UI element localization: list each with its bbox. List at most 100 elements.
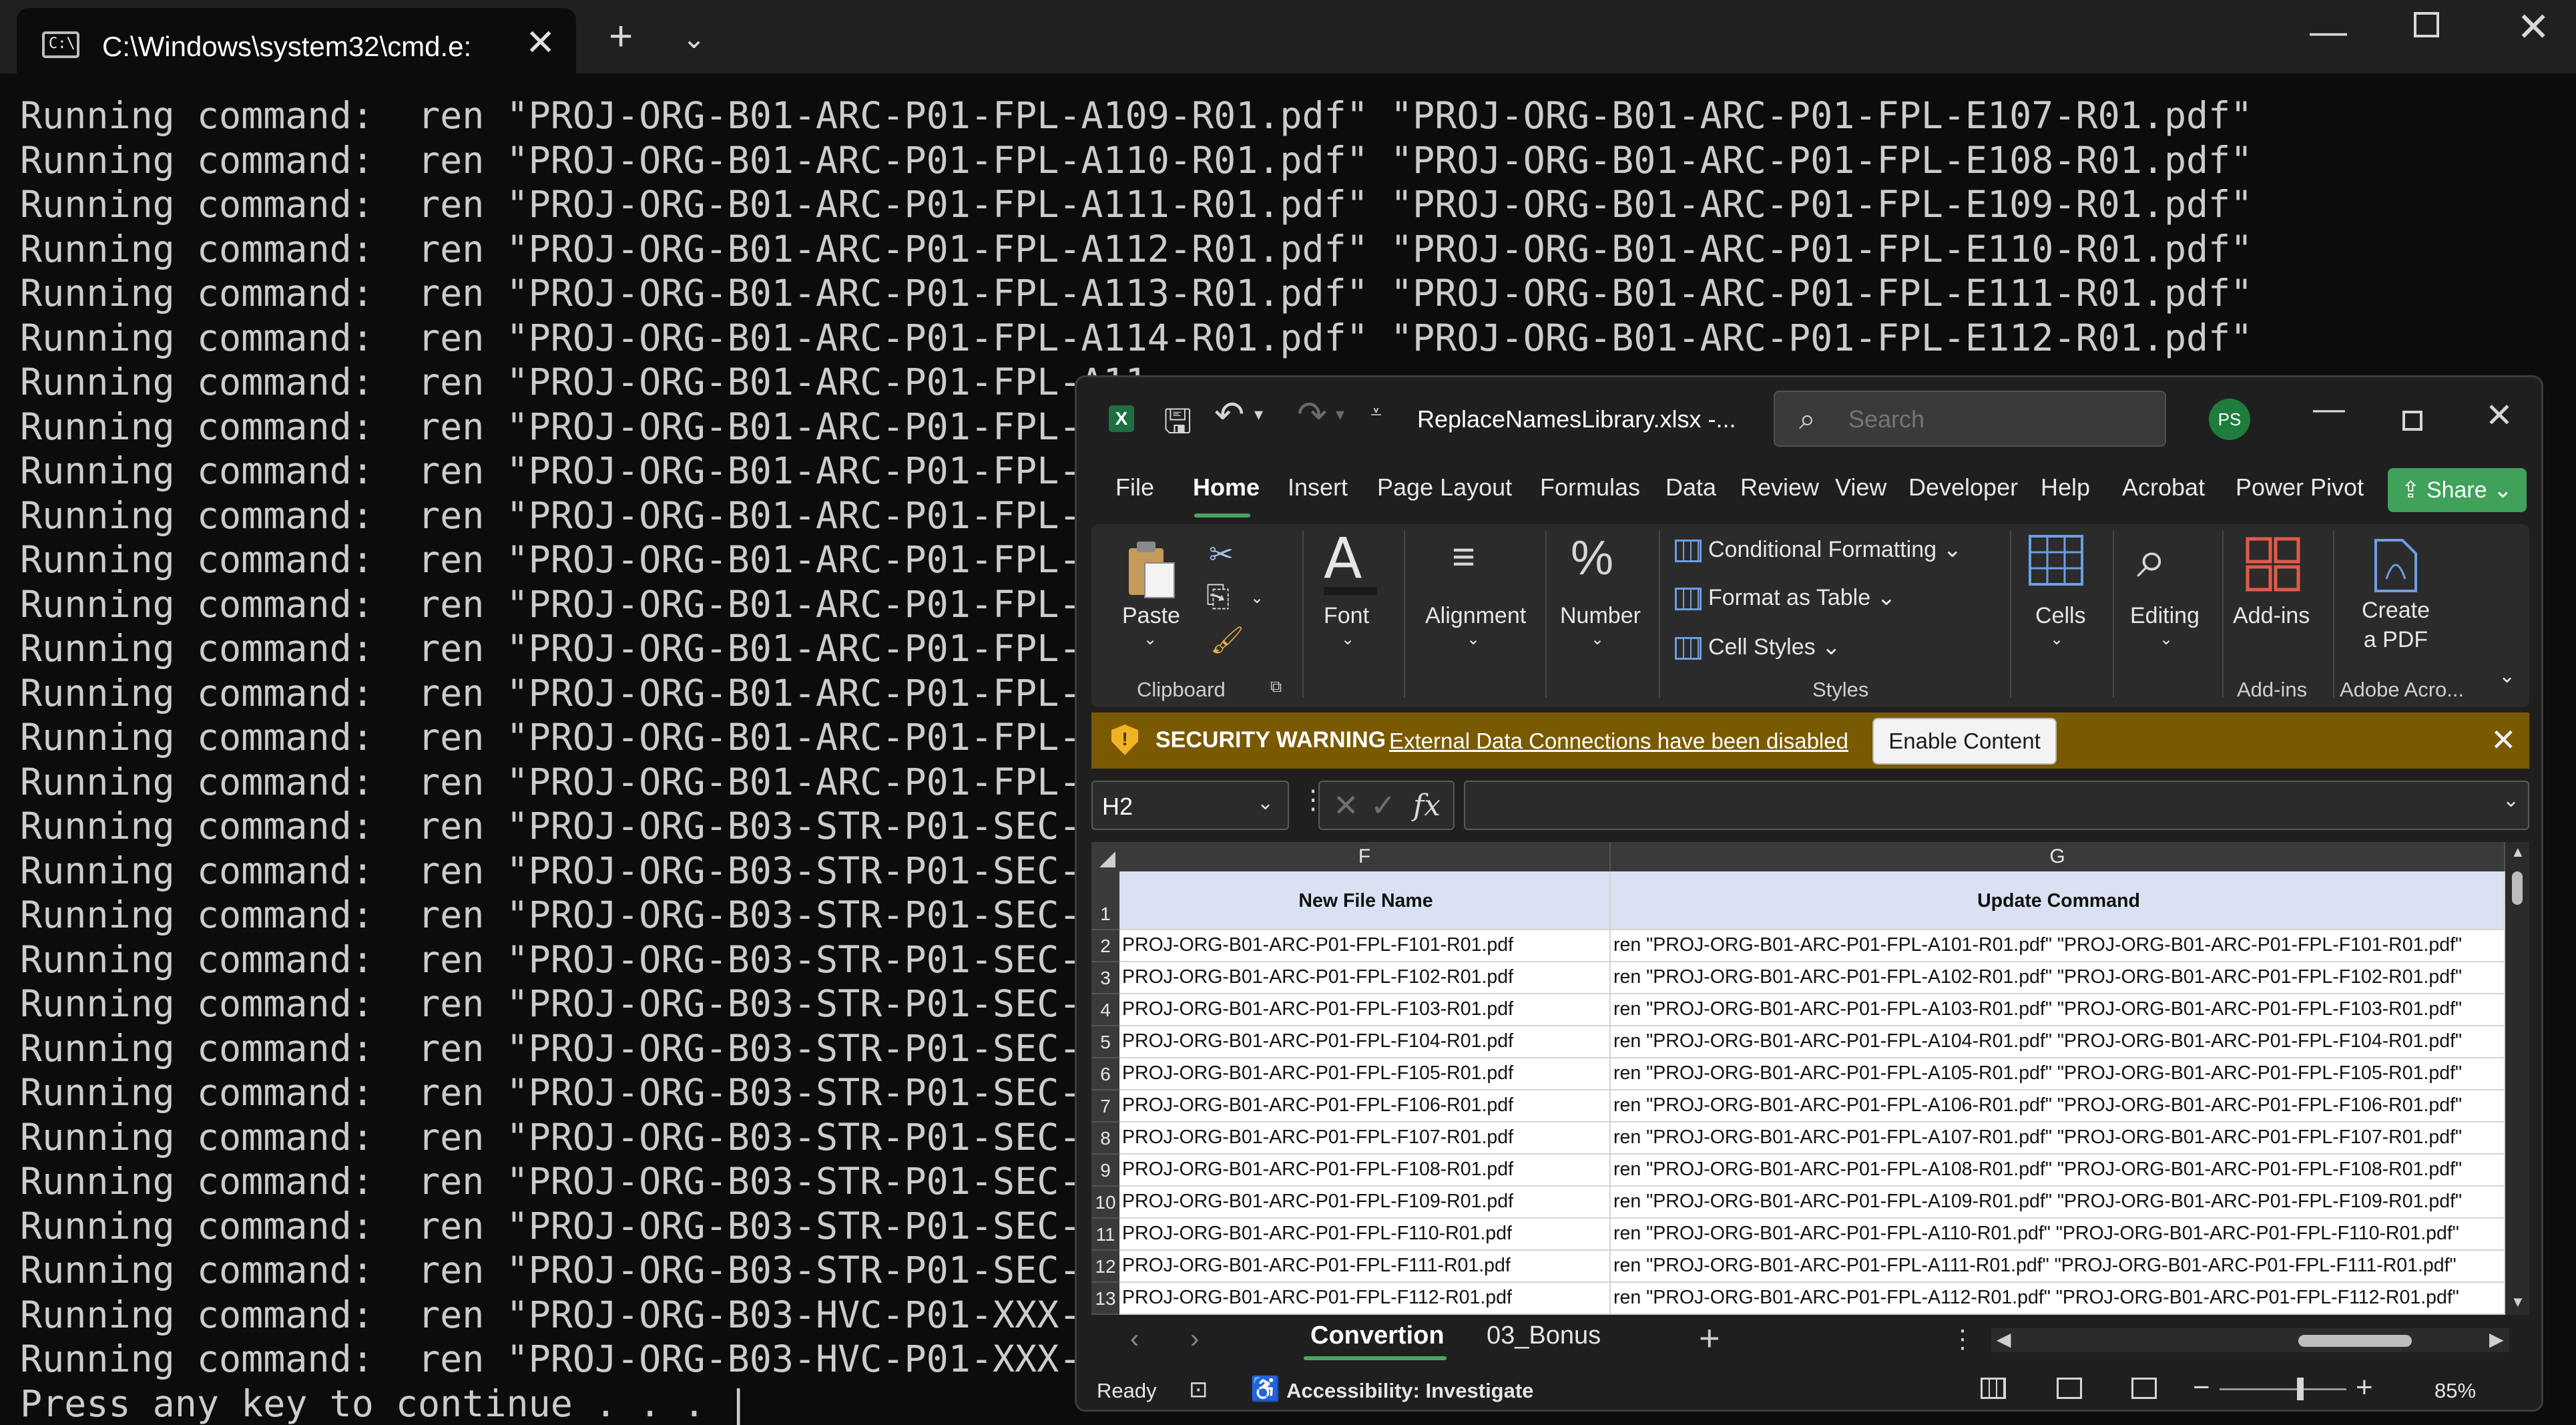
table-cell[interactable]: PROJ-ORG-B01-ARC-P01-FPL-F102-R01.pdf [1119,962,1611,994]
row-header[interactable]: 12 [1091,1251,1119,1283]
horizontal-scroll-thumb[interactable] [2298,1335,2412,1347]
table-cell[interactable]: PROJ-ORG-B01-ARC-P01-FPL-F110-R01.pdf [1119,1219,1611,1251]
alignment-dropdown-icon[interactable]: ⌄ [1467,630,1480,649]
table-cell[interactable]: PROJ-ORG-B01-ARC-P01-FPL-F106-R01.pdf [1119,1090,1611,1123]
table-cell[interactable]: ren "PROJ-ORG-B01-ARC-P01-FPL-A112-R01.p… [1611,1283,2505,1315]
tab-acrobat[interactable]: Acrobat [2122,473,2205,501]
maximize-icon[interactable] [2414,12,2439,37]
table-cell[interactable]: PROJ-ORG-B01-ARC-P01-FPL-F112-R01.pdf [1119,1283,1611,1315]
table-cell[interactable]: ren "PROJ-ORG-B01-ARC-P01-FPL-A105-R01.p… [1611,1058,2505,1090]
scroll-thumb[interactable] [2512,871,2523,905]
search-box[interactable]: ⌕ [1774,391,2166,447]
name-box-input[interactable] [1102,793,1236,821]
paste-icon[interactable] [1125,539,1178,599]
insert-function-icon[interactable]: fx [1413,789,1441,823]
normal-view-icon[interactable] [1981,1378,2006,1399]
tab-file[interactable]: File [1115,473,1154,501]
undo-dropdown-icon[interactable]: ▾ [1254,404,1263,425]
alignment-icon[interactable]: ≡ [1452,534,1475,580]
paste-label[interactable]: Paste [1122,603,1180,629]
search-input[interactable] [1848,405,2142,433]
next-sheet-icon[interactable]: › [1190,1324,1199,1354]
table-cell[interactable]: ren "PROJ-ORG-B01-ARC-P01-FPL-A101-R01.p… [1611,930,2505,962]
prev-sheet-icon[interactable]: ‹ [1130,1324,1139,1354]
zoom-slider[interactable] [2220,1388,2346,1390]
alignment-label[interactable]: Alignment [1425,603,1526,629]
scroll-down-icon[interactable]: ▼ [2511,1293,2525,1311]
zoom-level[interactable]: 85% [2434,1379,2476,1403]
zoom-out-icon[interactable]: − [2193,1371,2210,1404]
enter-icon[interactable]: ✓ [1370,787,1396,823]
new-tab-icon[interactable]: + [609,13,633,60]
tab-view[interactable]: View [1835,473,1886,501]
copy-dropdown-icon[interactable]: ⌄ [1250,588,1264,608]
row-header[interactable]: 9 [1091,1155,1119,1187]
tab-power-pivot[interactable]: Power Pivot [2236,473,2364,501]
table-cell[interactable]: ren "PROJ-ORG-B01-ARC-P01-FPL-A111-R01.p… [1611,1251,2505,1283]
close-window-icon[interactable]: ✕ [2517,4,2550,51]
vertical-scrollbar[interactable]: ▲ ▼ [2505,842,2529,1315]
scroll-up-icon[interactable]: ▲ [2511,843,2525,861]
header-cell[interactable]: Update Command [1611,871,2505,930]
accessibility-status[interactable]: Accessibility: Investigate [1286,1379,1533,1403]
enable-content-button[interactable]: Enable Content [1872,718,2057,765]
page-layout-view-icon[interactable] [2057,1378,2082,1399]
select-all-corner[interactable] [1091,842,1119,871]
terminal-tab[interactable]: C:\ C:\Windows\system32\cmd.e: ✕ [17,8,576,73]
row-header[interactable]: 10 [1091,1187,1119,1219]
page-break-view-icon[interactable] [2131,1378,2157,1399]
close-icon[interactable]: ✕ [2491,722,2517,758]
tab-data[interactable]: Data [1665,473,1716,501]
font-label[interactable]: Font [1324,603,1369,629]
row-header[interactable]: 7 [1091,1090,1119,1123]
paste-dropdown-icon[interactable]: ⌄ [1143,630,1157,649]
cells-label[interactable]: Cells [2035,603,2086,629]
spreadsheet-grid[interactable]: F G 1 2 3 4 5 6 7 8 9 10 11 12 13 New File Name Updat… [1091,842,2529,1315]
table-cell[interactable]: ren "PROJ-ORG-B01-ARC-P01-FPL-A110-R01.p… [1611,1219,2505,1251]
cells-area[interactable]: New File Name Update Command PROJ-ORG-B01-… [1119,871,2529,1315]
conditional-formatting-button[interactable]: Conditional Formatting ⌄ [1675,536,1962,563]
tab-developer[interactable]: Developer [1908,473,2018,501]
font-dropdown-icon[interactable]: ⌄ [1341,630,1354,649]
format-as-table-button[interactable]: Format as Table ⌄ [1675,584,1896,611]
create-pdf-label-line2[interactable]: a PDF [2360,627,2432,653]
column-header-f[interactable]: F [1119,842,1611,871]
table-cell[interactable]: ren "PROJ-ORG-B01-ARC-P01-FPL-A107-R01.p… [1611,1123,2505,1155]
tab-home[interactable]: Home [1193,473,1260,501]
formula-input[interactable] [1464,781,2529,830]
save-icon[interactable]: 🖫 [1164,397,1192,454]
table-cell[interactable]: PROJ-ORG-B01-ARC-P01-FPL-F105-R01.pdf [1119,1058,1611,1090]
add-sheet-icon[interactable]: + [1699,1317,1720,1359]
table-cell[interactable]: ren "PROJ-ORG-B01-ARC-P01-FPL-A103-R01.p… [1611,994,2505,1026]
table-cell[interactable]: PROJ-ORG-B01-ARC-P01-FPL-F104-R01.pdf [1119,1026,1611,1058]
row-header[interactable]: 4 [1091,994,1119,1026]
redo-dropdown-icon[interactable]: ▾ [1336,404,1344,425]
cells-dropdown-icon[interactable]: ⌄ [2050,630,2063,649]
row-header[interactable]: 6 [1091,1058,1119,1090]
table-cell[interactable]: ren "PROJ-ORG-B01-ARC-P01-FPL-A104-R01.p… [1611,1026,2505,1058]
number-label[interactable]: Number [1560,603,1641,629]
avatar[interactable]: PS [2209,399,2250,440]
editing-dropdown-icon[interactable]: ⌄ [2159,630,2173,649]
maximize-icon[interactable] [2402,411,2422,431]
row-header[interactable]: 1 [1091,871,1119,930]
close-window-icon[interactable]: ✕ [2485,396,2513,435]
table-cell[interactable]: PROJ-ORG-B01-ARC-P01-FPL-F109-R01.pdf [1119,1187,1611,1219]
copy-icon[interactable]: ⎘ [1206,580,1230,614]
cells-icon[interactable] [2027,534,2085,587]
percent-icon[interactable]: % [1571,531,1613,586]
chevron-down-icon[interactable]: ⌄ [1257,791,1274,815]
scroll-right-icon[interactable]: ▶ [2489,1328,2504,1350]
sheet-tab-03-bonus[interactable]: 03_Bonus [1487,1321,1601,1350]
security-warning-link[interactable]: External Data Connections have been disa… [1389,729,1848,754]
table-cell[interactable]: ren "PROJ-ORG-B01-ARC-P01-FPL-A106-R01.p… [1611,1090,2505,1123]
scroll-left-icon[interactable]: ◀ [1997,1328,2011,1350]
macro-record-icon[interactable]: ⊡ [1189,1376,1208,1403]
create-pdf-label-line1[interactable]: Create [2360,598,2432,624]
cancel-icon[interactable]: ✕ [1333,787,1359,823]
name-box[interactable]: ⌄ [1091,781,1289,830]
number-dropdown-icon[interactable]: ⌄ [1591,630,1604,649]
table-cell[interactable]: ren "PROJ-ORG-B01-ARC-P01-FPL-A109-R01.p… [1611,1187,2505,1219]
customize-toolbar-icon[interactable]: ⩡ [1370,401,1382,424]
table-cell[interactable]: PROJ-ORG-B01-ARC-P01-FPL-F111-R01.pdf [1119,1251,1611,1283]
